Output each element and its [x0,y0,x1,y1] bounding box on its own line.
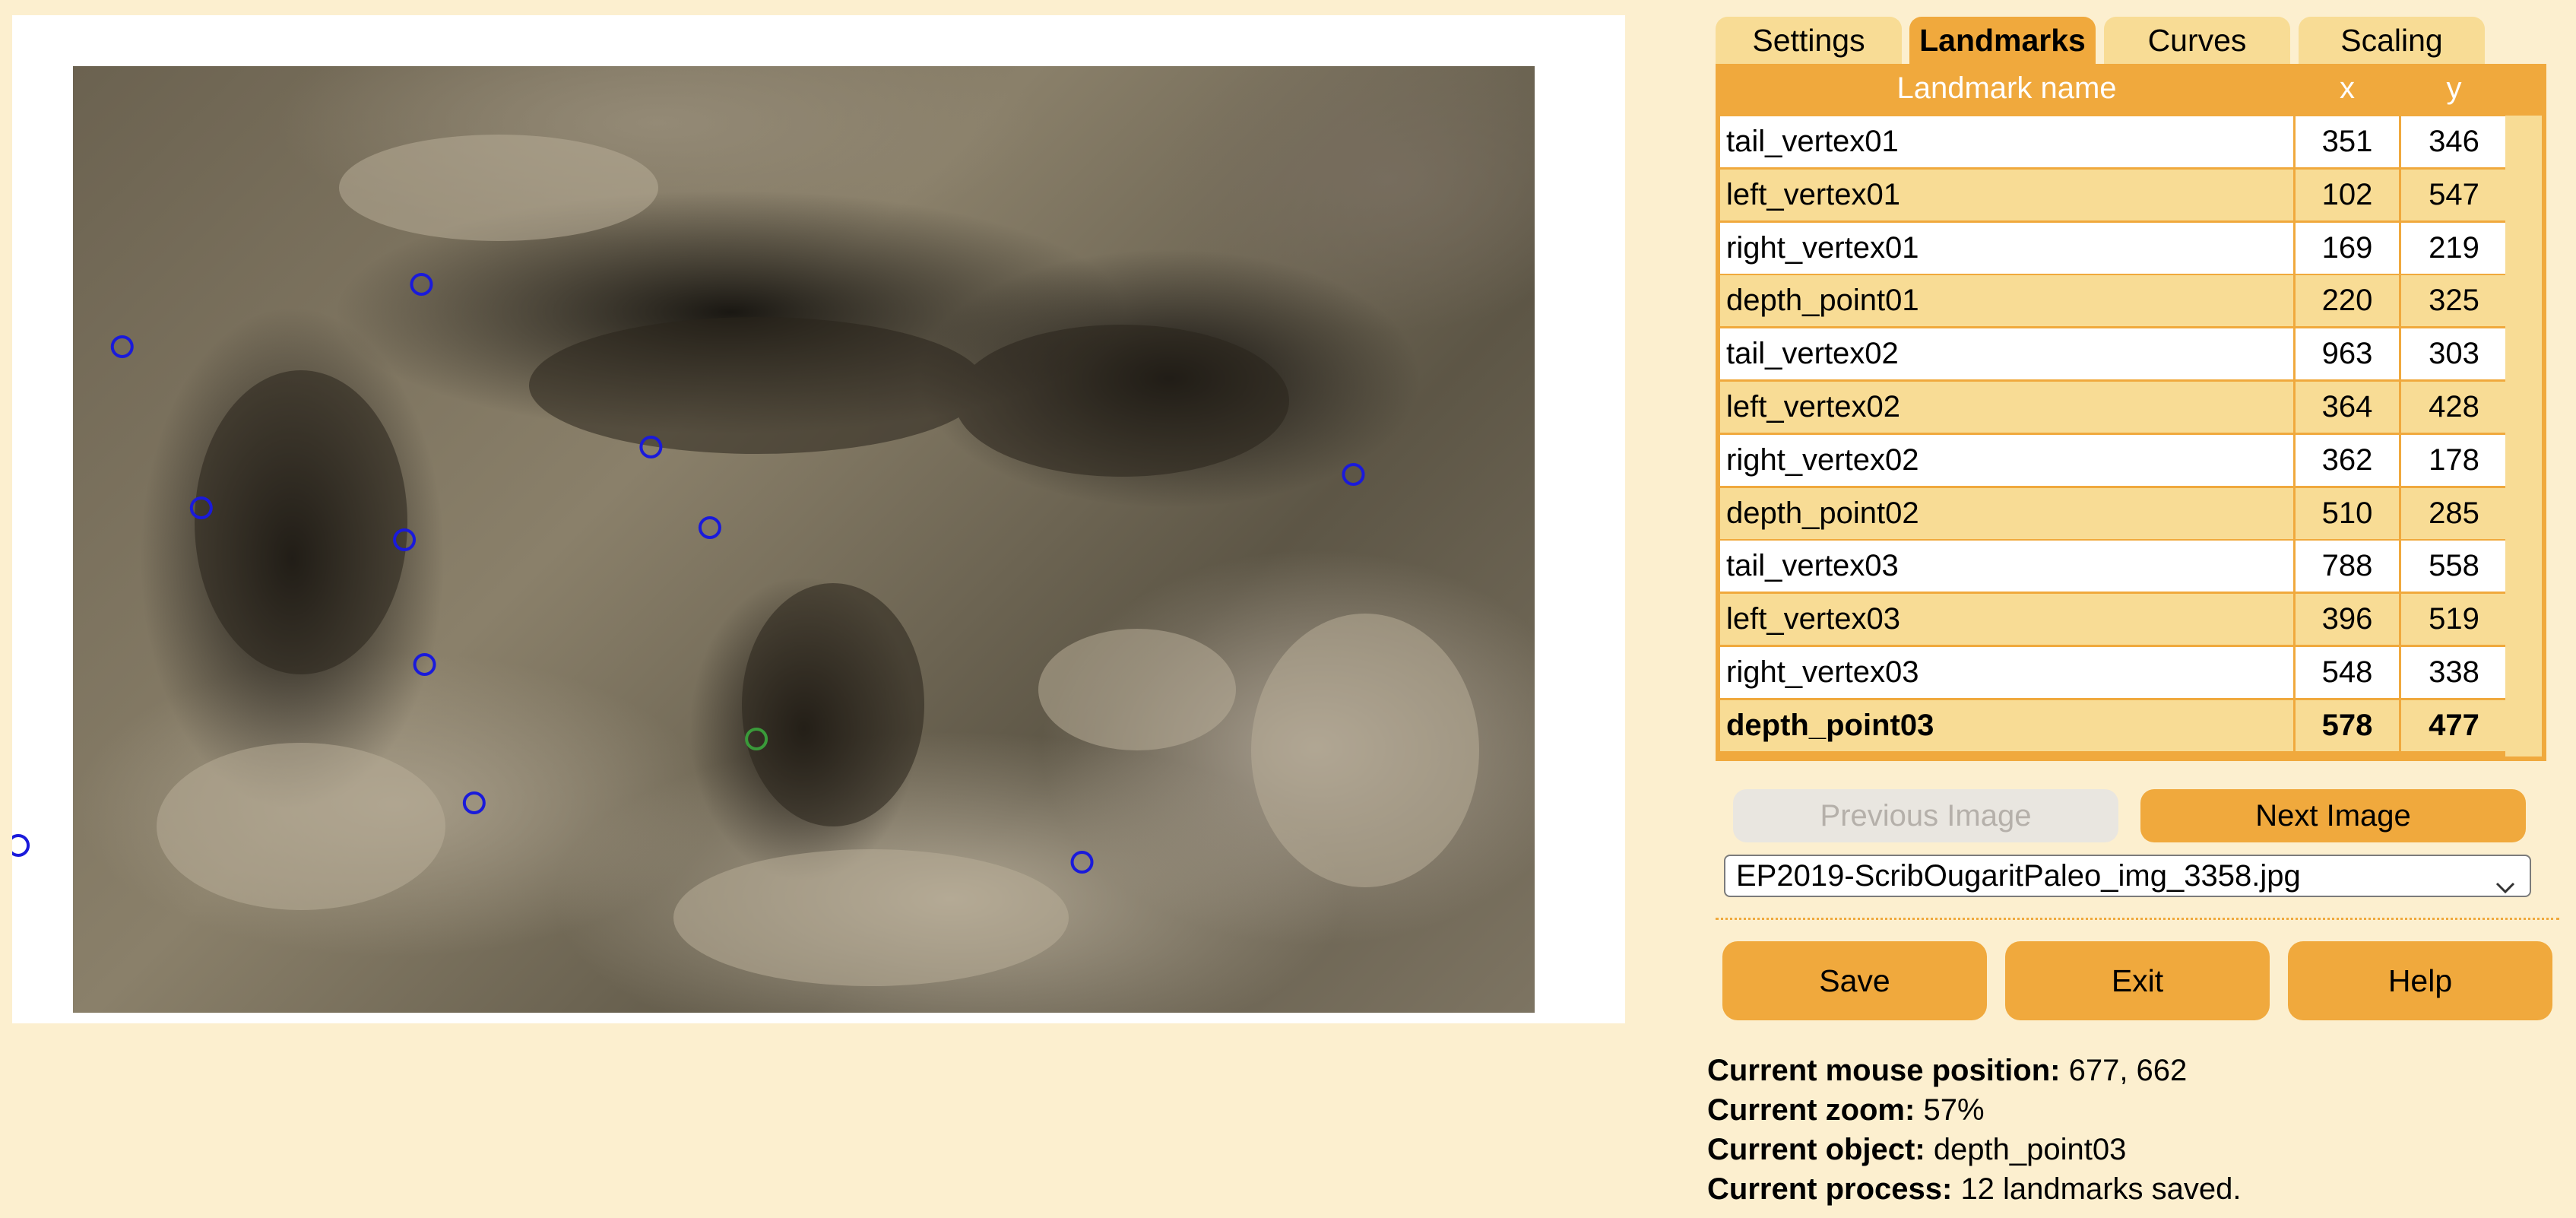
landmark-marker[interactable] [410,273,433,296]
landmark-y-cell: 477 [2401,699,2507,751]
table-row[interactable]: tail_vertex02 963 303 [1720,328,2509,380]
table-row[interactable]: tail_vertex03 788 558 [1720,540,2509,592]
landmark-y-cell: 558 [2401,541,2507,592]
landmark-x-cell: 102 [2296,169,2399,220]
status-mouse-position: Current mouse position: 677, 662 [1707,1054,2187,1088]
status-process-value: 12 landmarks saved. [1960,1172,2242,1206]
landmark-y-cell: 338 [2401,647,2507,698]
landmark-name-cell: tail_vertex03 [1720,541,2293,592]
landmark-x-cell: 220 [2296,275,2399,327]
save-button[interactable]: Save [1722,941,1987,1020]
landmark-y-cell: 219 [2401,222,2507,274]
status-process-label: Current process: [1707,1172,1953,1206]
status-object-label: Current object: [1707,1133,1925,1166]
landmark-x-cell: 351 [2296,116,2399,167]
landmark-marker[interactable] [462,791,486,814]
landmark-name-cell: tail_vertex02 [1720,328,2293,380]
landmark-x-cell: 362 [2296,434,2399,486]
landmark-name-cell: depth_point03 [1720,699,2293,751]
landmark-name-cell: left_vertex03 [1720,594,2293,645]
table-row[interactable]: right_vertex01 169 219 [1720,222,2509,274]
status-object: Current object: depth_point03 [1707,1133,2126,1167]
image-file-select[interactable]: EP2019-ScribOugaritPaleo_img_3358.jpg [1724,855,2531,897]
landmark-y-cell: 325 [2401,275,2507,327]
landmark-y-cell: 428 [2401,382,2507,433]
help-button[interactable]: Help [2288,941,2552,1020]
table-scrollbar[interactable] [2505,116,2542,756]
landmark-y-cell: 519 [2401,594,2507,645]
landmark-table: Landmark name x y tail_vertex01 351 346 lef… [1716,64,2546,761]
table-row[interactable]: left_vertex01 102 547 [1720,169,2509,221]
landmark-y-cell: 178 [2401,434,2507,486]
status-mouse-value: 677, 662 [2068,1054,2188,1087]
landmark-name-cell: depth_point02 [1720,487,2293,539]
landmark-name-cell: left_vertex02 [1720,382,2293,433]
landmark-markers [12,273,1365,874]
landmark-marker[interactable] [698,516,721,539]
tab-settings[interactable]: Settings [1716,17,1902,64]
table-row[interactable]: left_vertex02 364 428 [1720,381,2509,433]
table-row[interactable]: right_vertex02 362 178 [1720,434,2509,487]
landmark-x-cell: 578 [2296,699,2399,751]
table-header: Landmark name x y [1716,64,2498,116]
landmark-x-cell: 788 [2296,541,2399,592]
table-row[interactable]: tail_vertex01 351 346 [1720,116,2509,168]
next-image-button[interactable]: Next Image [2140,789,2526,842]
landmark-marker[interactable] [110,335,134,358]
status-process: Current process: 12 landmarks saved. [1707,1172,2242,1207]
column-header-y[interactable]: y [2401,71,2507,106]
previous-image-button[interactable]: Previous Image [1733,789,2118,842]
landmark-marker[interactable] [12,834,30,857]
tab-landmarks[interactable]: Landmarks [1909,17,2096,64]
status-mouse-label: Current mouse position: [1707,1054,2061,1087]
column-header-x[interactable]: x [2296,71,2399,106]
status-object-value: depth_point03 [1933,1133,2127,1166]
landmark-marker[interactable] [1070,851,1094,874]
image-canvas[interactable] [12,15,1625,1023]
table-row[interactable]: right_vertex03 548 338 [1720,646,2509,699]
landmark-y-cell: 285 [2401,487,2507,539]
landmark-marker[interactable] [393,528,417,551]
landmark-marker[interactable] [1342,463,1365,486]
chevron-down-icon [2495,867,2516,906]
landmark-name-cell: right_vertex03 [1720,647,2293,698]
landmark-name-cell: right_vertex02 [1720,434,2293,486]
landmark-marker[interactable] [639,436,663,458]
landmark-y-cell: 547 [2401,169,2507,220]
status-zoom-value: 57% [1923,1093,1985,1127]
status-zoom: Current zoom: 57% [1707,1093,1985,1128]
status-zoom-label: Current zoom: [1707,1093,1915,1127]
landmark-y-cell: 303 [2401,328,2507,380]
landmark-name-cell: tail_vertex01 [1720,116,2293,167]
table-row[interactable]: depth_point03 578 477 [1720,699,2509,752]
tab-curves[interactable]: Curves [2104,17,2290,64]
landmark-marker[interactable] [189,496,213,519]
landmark-name-cell: left_vertex01 [1720,169,2293,220]
table-row[interactable]: left_vertex03 396 519 [1720,593,2509,645]
landmark-x-cell: 963 [2296,328,2399,380]
tab-scaling[interactable]: Scaling [2299,17,2485,64]
landmark-x-cell: 510 [2296,487,2399,539]
landmark-y-cell: 346 [2401,116,2507,167]
section-divider [1716,918,2559,920]
landmark-x-cell: 169 [2296,222,2399,274]
column-header-name[interactable]: Landmark name [1720,71,2293,106]
landmark-name-cell: depth_point01 [1720,275,2293,327]
landmark-name-cell: right_vertex01 [1720,222,2293,274]
image-file-select-value: EP2019-ScribOugaritPaleo_img_3358.jpg [1736,859,2301,893]
landmark-marker[interactable] [745,728,768,750]
landmark-x-cell: 548 [2296,647,2399,698]
exit-button[interactable]: Exit [2005,941,2270,1020]
landmark-marker[interactable] [413,653,436,676]
table-row[interactable]: depth_point02 510 285 [1720,487,2509,540]
table-row[interactable]: depth_point01 220 325 [1720,274,2509,327]
landmark-x-cell: 396 [2296,594,2399,645]
landmark-x-cell: 364 [2296,382,2399,433]
